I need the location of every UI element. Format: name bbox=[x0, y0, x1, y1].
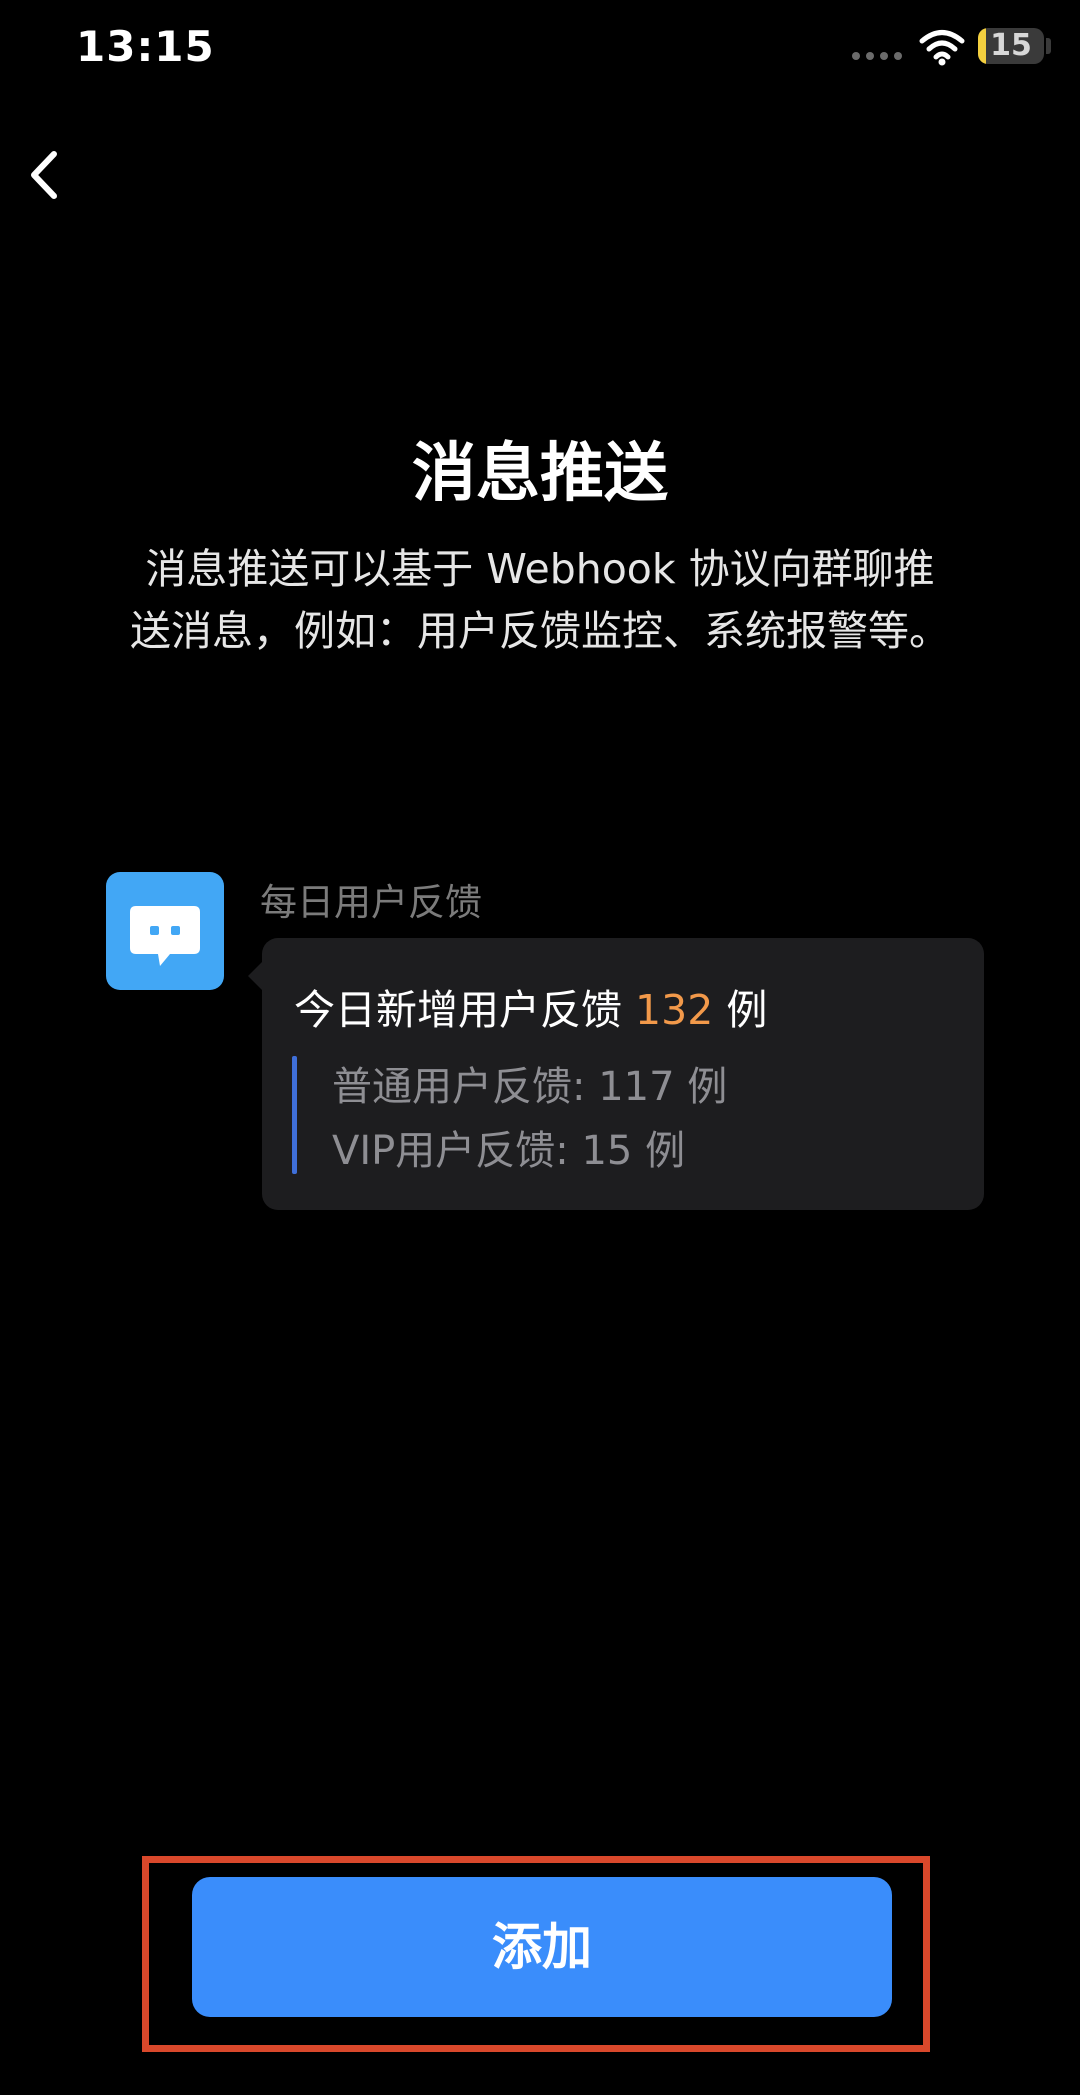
quote-bar bbox=[292, 1056, 297, 1174]
add-button[interactable]: 添加 bbox=[192, 1877, 892, 2017]
message-title-suffix: 例 bbox=[713, 986, 768, 1034]
page-description: 消息推送可以基于 Webhook 协议向群聊推送消息，例如：用户反馈监控、系统报… bbox=[130, 545, 950, 655]
signal-dots-icon bbox=[852, 52, 902, 60]
status-bar: 13:15 15 bbox=[0, 0, 1080, 100]
sender-name: 每日用户反馈 bbox=[260, 881, 482, 924]
status-time: 13:15 bbox=[76, 22, 215, 71]
message-title-prefix: 今日新增用户反馈 bbox=[294, 986, 636, 1034]
battery-tip bbox=[1046, 38, 1051, 54]
chat-bubble-icon bbox=[130, 906, 200, 966]
page-title: 消息推送 bbox=[412, 437, 668, 511]
battery-level: 15 bbox=[990, 28, 1032, 63]
vip-feedback-line: VIP用户反馈: 15 例 bbox=[332, 1128, 686, 1174]
message-title: 今日新增用户反馈 132 例 bbox=[294, 976, 767, 1036]
wifi-icon bbox=[919, 30, 965, 66]
feedback-count: 132 bbox=[635, 986, 714, 1034]
chevron-left-icon bbox=[31, 151, 57, 199]
message-bubble: 今日新增用户反馈 132 例 普通用户反馈: 117 例 VIP用户反馈: 15… bbox=[262, 938, 984, 1210]
battery-icon: 15 bbox=[978, 28, 1044, 64]
bot-avatar bbox=[106, 872, 224, 990]
back-button[interactable] bbox=[14, 140, 74, 210]
regular-feedback-line: 普通用户反馈: 117 例 bbox=[332, 1064, 728, 1110]
